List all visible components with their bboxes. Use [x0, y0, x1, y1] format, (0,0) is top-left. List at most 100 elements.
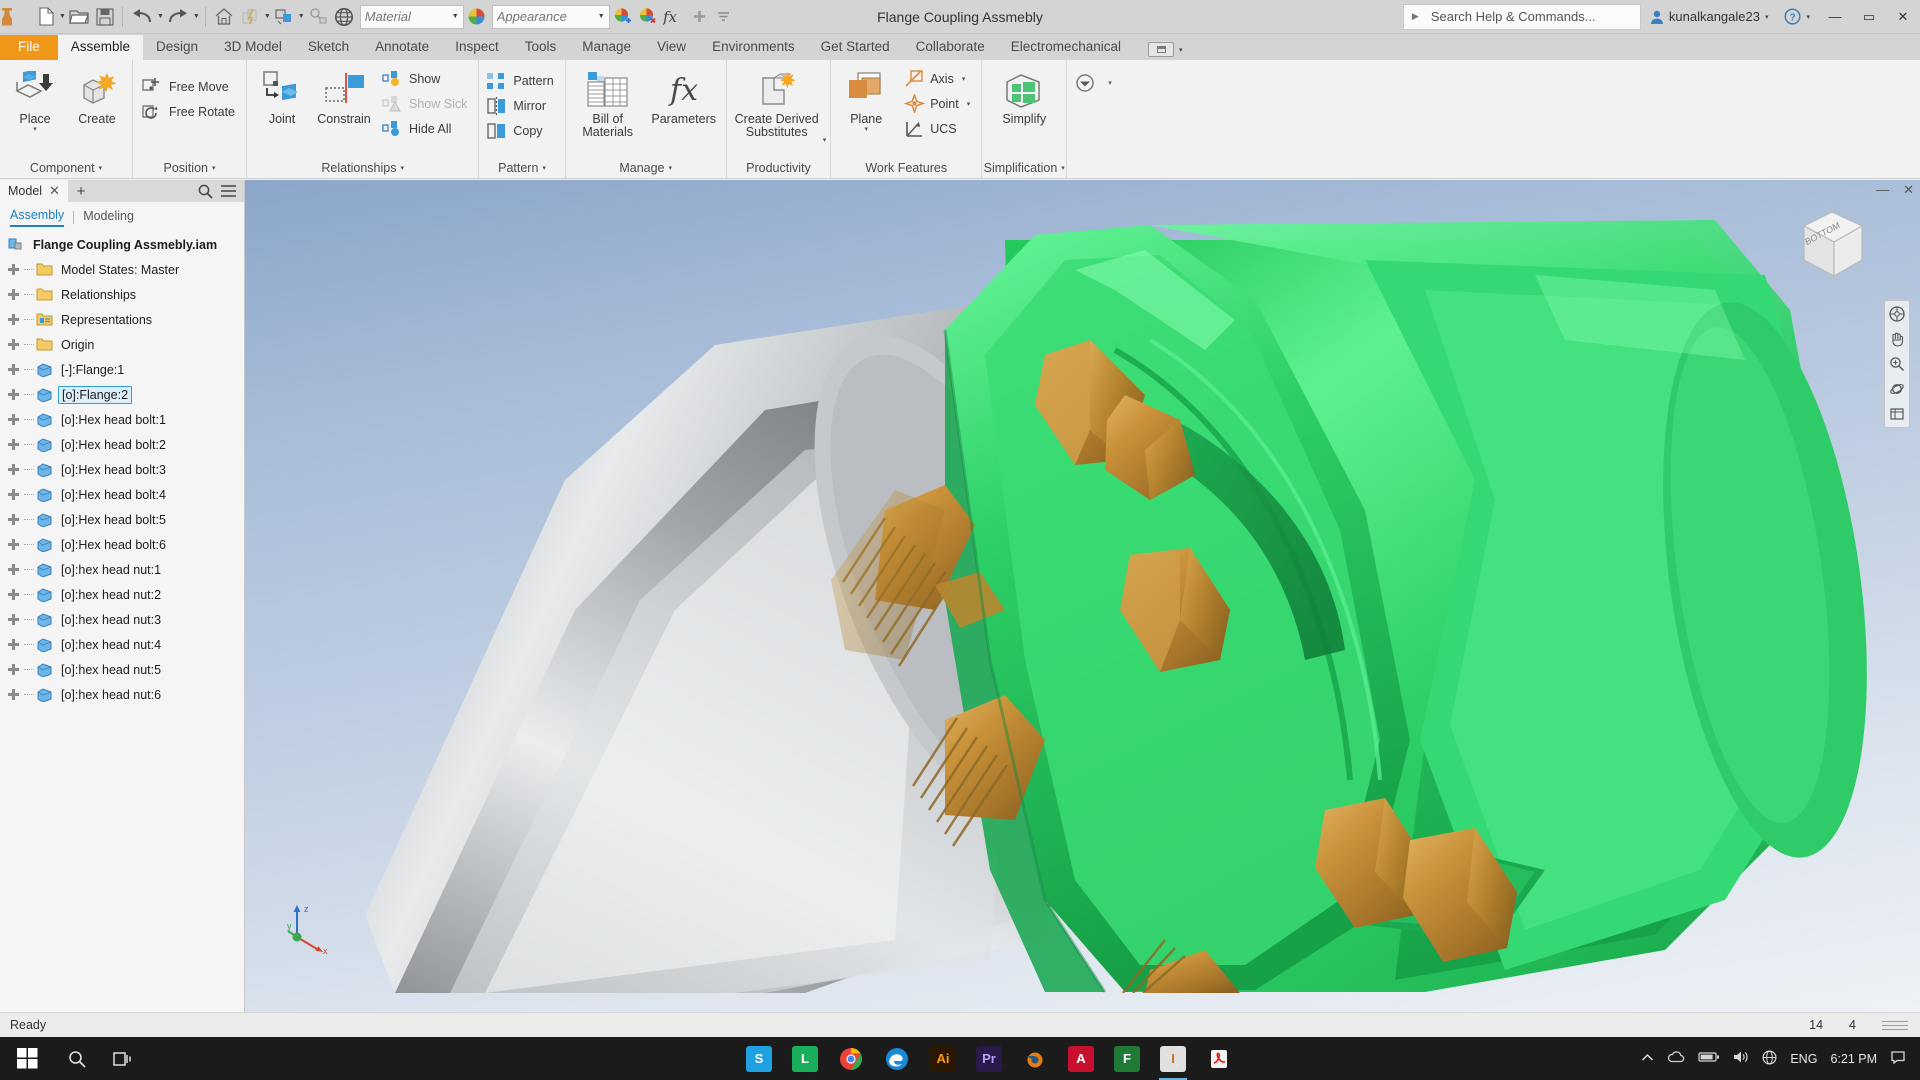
- redo-button[interactable]: [164, 3, 192, 31]
- blender-icon[interactable]: [1012, 1037, 1058, 1080]
- account-menu[interactable]: kunalkangale23 ▾: [1641, 9, 1777, 25]
- tree-node-hex-head-bolt-6[interactable]: [o]:Hex head bolt:6: [0, 532, 244, 557]
- inventor-icon[interactable]: I: [1150, 1037, 1196, 1080]
- acrobat-icon[interactable]: [1196, 1037, 1242, 1080]
- constrain-button[interactable]: Constrain: [313, 64, 375, 129]
- tree-node-hex-head-bolt-2[interactable]: [o]:Hex head bolt:2: [0, 432, 244, 457]
- select-mode-button[interactable]: [271, 3, 297, 31]
- tab-file[interactable]: File: [0, 35, 58, 60]
- panel-position-caret-icon[interactable]: ▾: [212, 164, 216, 172]
- material-dropdown[interactable]: Material ▼: [359, 4, 464, 29]
- material-caret-icon[interactable]: ▼: [452, 13, 459, 20]
- expand-icon[interactable]: [7, 363, 20, 376]
- expand-icon[interactable]: [7, 488, 20, 501]
- navigation-bar[interactable]: [1884, 300, 1910, 428]
- taskbar-search-icon[interactable]: [54, 1037, 100, 1080]
- onedrive-icon[interactable]: [1667, 1050, 1685, 1067]
- status-resize-grip-icon[interactable]: [1882, 1020, 1908, 1030]
- simplify-button[interactable]: Simplify: [986, 64, 1062, 129]
- browser-add-tab-button[interactable]: +: [68, 180, 94, 202]
- autocad-icon[interactable]: A: [1058, 1037, 1104, 1080]
- appearance-dropdown[interactable]: Appearance ▼: [491, 4, 610, 29]
- derived-caret-icon[interactable]: ▾: [823, 136, 827, 144]
- select-mode-caret-icon[interactable]: ▼: [298, 13, 305, 20]
- help-menu[interactable]: ? ▾: [1776, 8, 1818, 25]
- tree-node-root[interactable]: Flange Coupling Assmebly.iam: [0, 232, 244, 257]
- viewport-restore-button[interactable]: —: [1876, 182, 1889, 198]
- convert-caret-icon[interactable]: ▾: [1108, 79, 1112, 87]
- copy-button[interactable]: Copy: [483, 118, 560, 143]
- expand-icon[interactable]: [7, 338, 20, 351]
- fx-parameters-button[interactable]: fx: [660, 3, 688, 31]
- chrome-icon[interactable]: [828, 1037, 874, 1080]
- view-cube[interactable]: BOTTOM: [1784, 198, 1880, 294]
- expand-icon[interactable]: [7, 613, 20, 626]
- tab-tools[interactable]: Tools: [512, 35, 570, 60]
- panel-pattern-caret-icon[interactable]: ▾: [542, 164, 546, 172]
- axis-button[interactable]: Axis ▾: [901, 66, 977, 91]
- tab-3d-model[interactable]: 3D Model: [211, 35, 295, 60]
- maximize-button[interactable]: ▭: [1852, 0, 1886, 34]
- pattern-button[interactable]: Pattern: [483, 68, 560, 93]
- windows-start-icon[interactable]: [0, 1048, 54, 1069]
- orbit-icon[interactable]: [1887, 380, 1907, 398]
- tree-node-hex-head-nut-6[interactable]: [o]:hex head nut:6: [0, 682, 244, 707]
- new-file-button[interactable]: [34, 3, 58, 31]
- bill-of-materials-button[interactable]: Bill of Materials: [570, 64, 646, 142]
- browser-search-icon[interactable]: [198, 184, 213, 199]
- viewport-close-button[interactable]: ✕: [1903, 182, 1914, 198]
- panel-simplification-caret-icon[interactable]: ▾: [1061, 164, 1065, 172]
- show-sick-button[interactable]: Show Sick: [379, 91, 474, 116]
- appearance-caret-icon[interactable]: ▼: [598, 13, 605, 20]
- expand-icon[interactable]: [7, 588, 20, 601]
- browser-tab-model[interactable]: Model ✕: [0, 180, 68, 202]
- create-derived-substitutes-button[interactable]: Create Derived Substitutes: [731, 64, 823, 142]
- help-caret-icon[interactable]: ▾: [1806, 13, 1810, 21]
- tree-node-representations[interactable]: Representations: [0, 307, 244, 332]
- edge-icon[interactable]: [874, 1037, 920, 1080]
- point-button[interactable]: Point ▾: [901, 91, 977, 116]
- model-tree[interactable]: Flange Coupling Assmebly.iam Model State…: [0, 230, 244, 1012]
- return-home-button[interactable]: [211, 3, 237, 31]
- account-caret-icon[interactable]: ▾: [1765, 13, 1769, 21]
- notification-icon[interactable]: [1890, 1049, 1906, 1068]
- expand-icon[interactable]: [7, 513, 20, 526]
- point-caret-icon[interactable]: ▾: [967, 100, 971, 108]
- expand-icon[interactable]: [7, 663, 20, 676]
- qat-customize-button[interactable]: [712, 3, 736, 31]
- panel-relationships-caret-icon[interactable]: ▾: [400, 164, 404, 172]
- tree-node-hex-head-bolt-4[interactable]: [o]:Hex head bolt:4: [0, 482, 244, 507]
- tab-sketch[interactable]: Sketch: [295, 35, 362, 60]
- undo-button[interactable]: [128, 3, 156, 31]
- tab-inspect[interactable]: Inspect: [442, 35, 512, 60]
- task-view-icon[interactable]: [100, 1037, 146, 1080]
- tab-collaborate[interactable]: Collaborate: [903, 35, 998, 60]
- free-rotate-button[interactable]: Free Rotate: [137, 99, 242, 124]
- browser-menu-icon[interactable]: [221, 185, 236, 197]
- tab-environments[interactable]: Environments: [699, 35, 808, 60]
- zoom-icon[interactable]: [1887, 355, 1907, 373]
- expand-icon[interactable]: [7, 313, 20, 326]
- joint-button[interactable]: Joint: [251, 64, 313, 129]
- plane-caret-icon[interactable]: ▾: [864, 126, 868, 133]
- place-caret-icon[interactable]: ▾: [33, 126, 37, 133]
- volume-icon[interactable]: [1733, 1050, 1749, 1067]
- minimize-button[interactable]: —: [1818, 0, 1852, 34]
- expand-icon[interactable]: [7, 688, 20, 701]
- panel-component-caret-icon[interactable]: ▾: [99, 164, 103, 172]
- tab-get-started[interactable]: Get Started: [808, 35, 903, 60]
- globe-mesh-button[interactable]: [331, 3, 357, 31]
- tree-node-hex-head-bolt-5[interactable]: [o]:Hex head bolt:5: [0, 507, 244, 532]
- pan-hand-icon[interactable]: [1887, 330, 1907, 348]
- ribbon-options-caret-icon[interactable]: ▾: [1179, 46, 1183, 54]
- ribbon-minimize-icon[interactable]: [1148, 42, 1175, 57]
- tree-node-model-states[interactable]: Model States: Master: [0, 257, 244, 282]
- search-input[interactable]: ▶ Search Help & Commands...: [1402, 3, 1641, 30]
- update-button[interactable]: [237, 3, 263, 31]
- browser-tab-close-icon[interactable]: ✕: [49, 183, 60, 199]
- show-relationships-button[interactable]: Show: [379, 66, 474, 91]
- qat-add-button[interactable]: [688, 3, 712, 31]
- skype-icon[interactable]: S: [736, 1037, 782, 1080]
- expand-icon[interactable]: [7, 388, 20, 401]
- tab-annotate[interactable]: Annotate: [362, 35, 442, 60]
